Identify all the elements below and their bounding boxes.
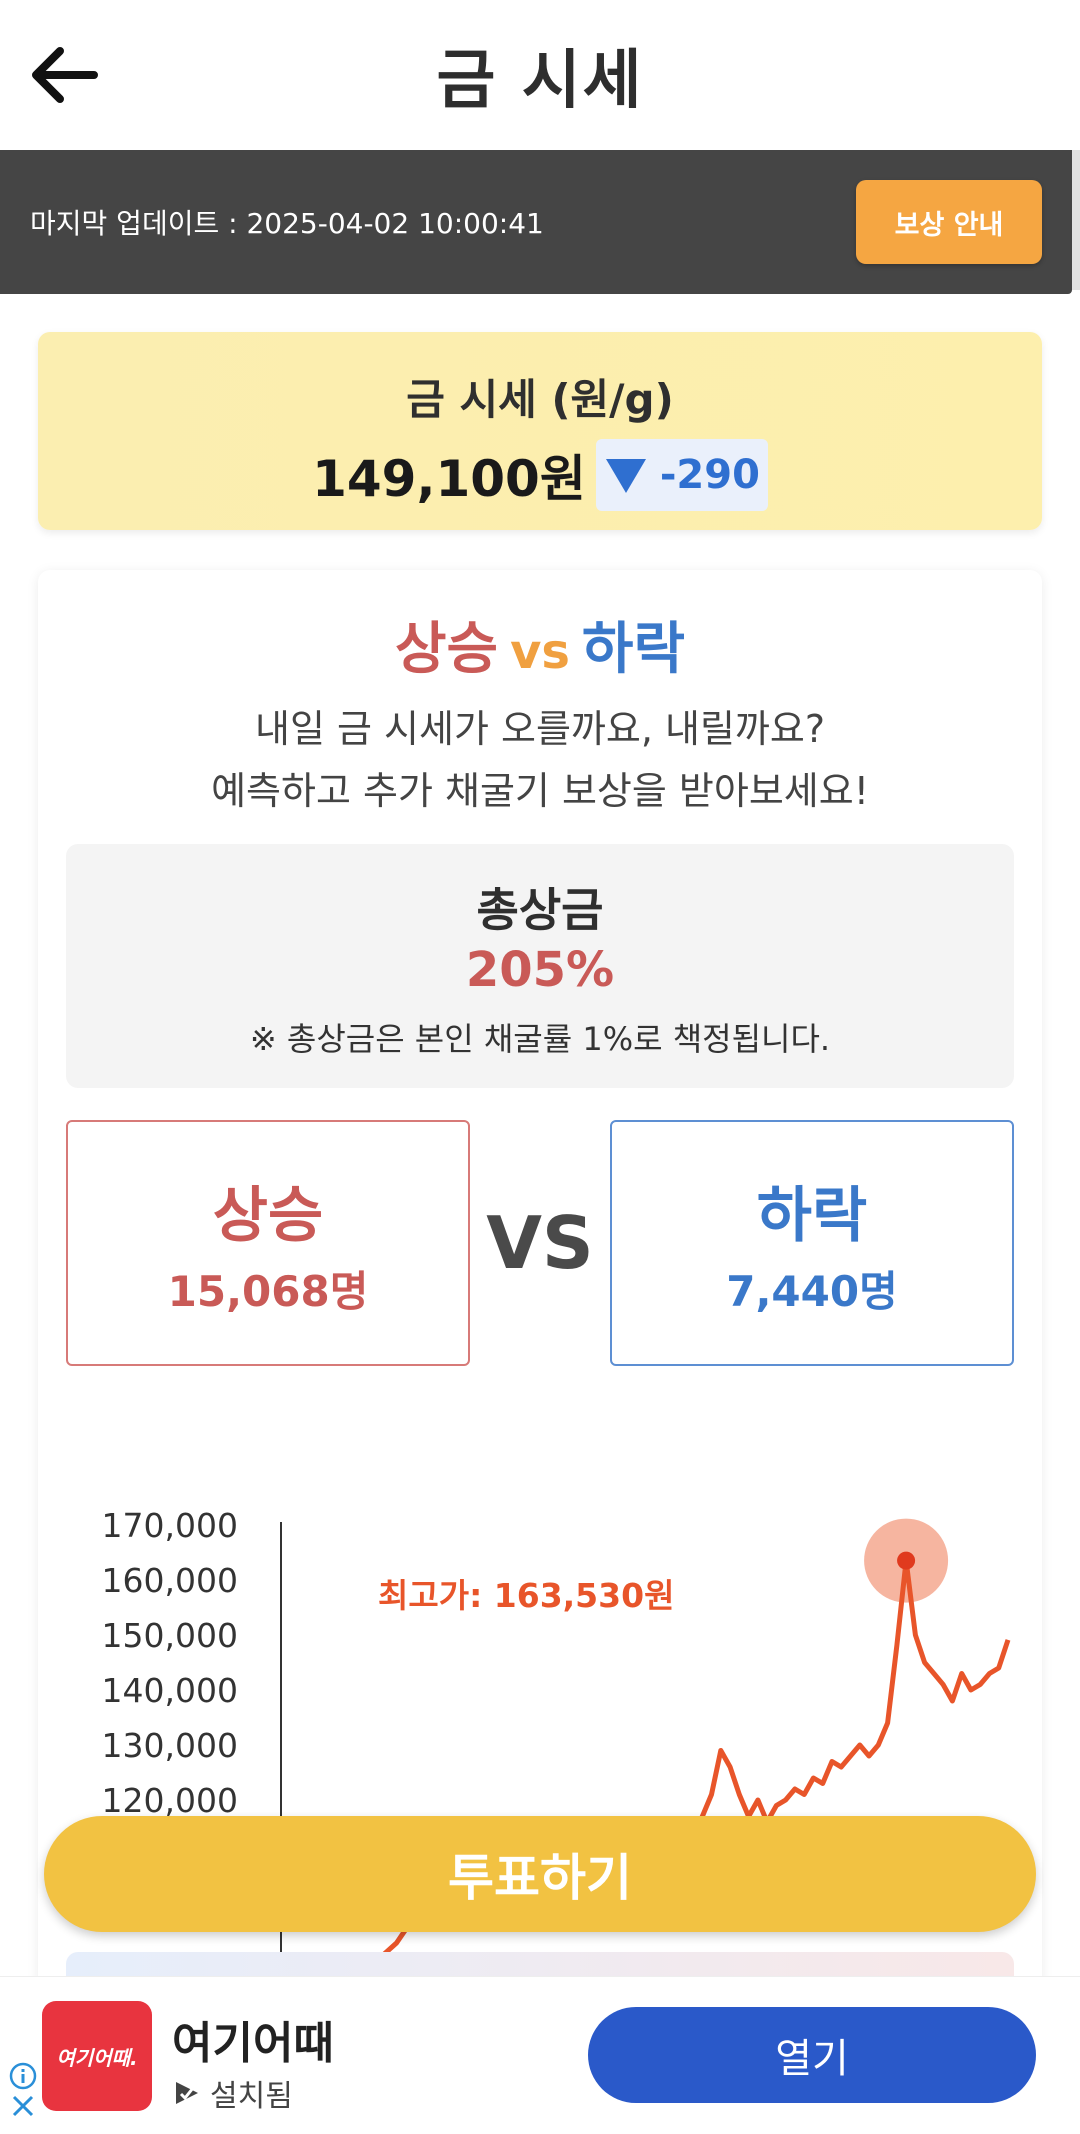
vote-button[interactable]: 투표하기 bbox=[44, 1816, 1036, 1932]
vote-up-option[interactable]: 상승 15,068명 bbox=[66, 1120, 470, 1366]
ad-banner[interactable]: 여기어때. 여기어때 설치됨 열기 bbox=[0, 1976, 1080, 2134]
prediction-description: 내일 금 시세가 오를까요, 내릴까요? 예측하고 추가 채굴기 보상을 받아보… bbox=[38, 698, 1042, 822]
reward-info-button[interactable]: 보상 안내 bbox=[856, 180, 1042, 264]
price-title: 금 시세 (원/g) bbox=[406, 375, 674, 424]
last-update-text: 마지막 업데이트 : 2025-04-02 10:00:41 bbox=[30, 207, 544, 240]
vs-title-up: 상승 bbox=[395, 617, 499, 682]
ad-app-logo[interactable]: 여기어때. bbox=[42, 2001, 152, 2111]
price-change-value: -290 bbox=[659, 452, 760, 498]
ad-install-status: 설치됨 bbox=[172, 2071, 293, 2115]
price-value: 149,100원 bbox=[312, 450, 586, 508]
prize-value: 205% bbox=[465, 942, 615, 998]
down-option-label: 하락 bbox=[756, 1181, 868, 1251]
ad-open-button[interactable]: 열기 bbox=[588, 2007, 1036, 2103]
description-line-2: 예측하고 추가 채굴기 보상을 받아보세요! bbox=[211, 769, 869, 813]
ad-close-icon[interactable] bbox=[8, 2091, 38, 2121]
up-option-count: 15,068명 bbox=[167, 1267, 369, 1316]
gold-price-card: 금 시세 (원/g) 149,100원 -290 bbox=[38, 332, 1042, 530]
up-option-label: 상승 bbox=[212, 1181, 324, 1251]
ad-status-text: 설치됨 bbox=[210, 2079, 293, 2114]
back-arrow-icon[interactable] bbox=[26, 38, 100, 112]
chart-peak-annotation: 최고가: 163,530원 bbox=[378, 1576, 674, 1615]
ad-app-name: 여기어때 bbox=[172, 2018, 334, 2069]
update-bar: 마지막 업데이트 : 2025-04-02 10:00:41 보상 안내 bbox=[0, 150, 1072, 294]
description-line-1: 내일 금 시세가 오를까요, 내릴까요? bbox=[254, 707, 825, 751]
chart-y-tick-label: 170,000 bbox=[102, 1506, 238, 1545]
vs-label: VS bbox=[486, 1201, 594, 1285]
price-change-badge: -290 bbox=[595, 439, 768, 511]
chart-peak-point bbox=[897, 1551, 916, 1570]
price-row: 149,100원 -290 bbox=[312, 439, 768, 511]
chart-y-tick-label: 150,000 bbox=[102, 1616, 238, 1655]
chart-y-tick-label: 160,000 bbox=[102, 1561, 238, 1600]
down-option-count: 7,440명 bbox=[726, 1267, 898, 1316]
scrollbar[interactable] bbox=[1072, 150, 1080, 290]
chart-y-tick-label: 130,000 bbox=[102, 1726, 238, 1765]
vs-title-down: 하락 bbox=[581, 617, 685, 682]
page-title: 금 시세 bbox=[436, 44, 644, 118]
vote-down-option[interactable]: 하락 7,440명 bbox=[610, 1120, 1014, 1366]
vs-title-vs: vs bbox=[510, 624, 570, 680]
prediction-card: 상승 vs 하락 내일 금 시세가 오를까요, 내릴까요? 예측하고 추가 채굴기 … bbox=[38, 570, 1042, 1990]
down-triangle-icon bbox=[605, 459, 646, 493]
prize-note: ※ 총상금은 본인 채굴률 1%로 책정됩니다. bbox=[249, 1020, 831, 1058]
app-header: 금 시세 bbox=[0, 0, 1080, 150]
ad-info-icon[interactable] bbox=[8, 2061, 38, 2091]
chart-y-tick-label: 140,000 bbox=[102, 1671, 238, 1710]
prize-box: 총상금 205% ※ 총상금은 본인 채굴률 1%로 책정됩니다. bbox=[66, 844, 1014, 1088]
chart-y-tick-label: 120,000 bbox=[102, 1781, 238, 1820]
installed-check-icon bbox=[176, 2082, 198, 2104]
next-card-edge bbox=[66, 1952, 1014, 1976]
vs-title: 상승 vs 하락 bbox=[38, 604, 1042, 685]
prize-title: 총상금 bbox=[476, 883, 604, 937]
